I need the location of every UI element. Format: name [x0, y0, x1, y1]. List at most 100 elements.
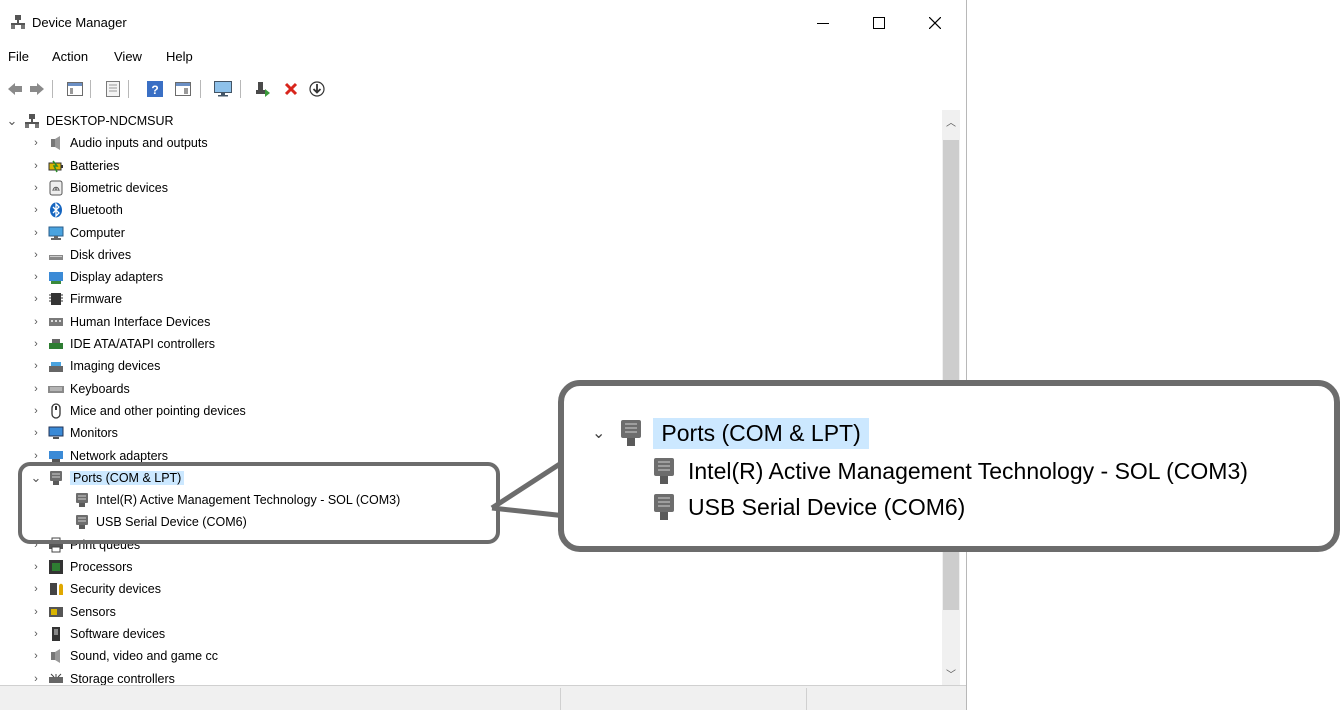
chevron-right-icon[interactable]: › [30, 583, 42, 595]
chevron-right-icon[interactable]: › [30, 673, 42, 685]
forward-button[interactable] [28, 80, 46, 98]
chevron-down-icon[interactable]: ⌄ [6, 113, 18, 128]
chevron-right-icon[interactable]: › [30, 606, 42, 618]
zoom-callout: ⌄ Ports (COM & LPT) Intel(R) Active Mana… [558, 380, 1340, 552]
tree-category-item[interactable]: › Sound, video and game cc [30, 645, 218, 667]
chevron-right-icon[interactable]: › [30, 271, 42, 283]
tree-category-item[interactable]: › Imaging devices [30, 355, 160, 377]
chevron-down-icon[interactable]: ⌄ [30, 470, 42, 485]
tree-item-label: Print queues [70, 537, 141, 552]
tree-category-item[interactable]: › Storage controllers [30, 668, 175, 686]
back-arrow-icon [8, 83, 22, 95]
tree-root-computer[interactable]: ⌄ DESKTOP-NDCMSUR [6, 110, 174, 132]
tree-category-item[interactable]: › Software devices [30, 623, 165, 645]
tree-category-item[interactable]: › Monitors [30, 422, 118, 444]
chevron-right-icon[interactable]: › [30, 360, 42, 372]
callout-port-item[interactable]: Intel(R) Active Management Technology - … [652, 454, 1248, 488]
tree-category-item[interactable]: › Processors [30, 556, 133, 578]
update-driver-button[interactable] [254, 80, 272, 98]
sound-device-icon [48, 648, 64, 664]
tree-category-item[interactable]: › Audio inputs and outputs [30, 132, 208, 154]
chevron-right-icon[interactable]: › [30, 427, 42, 439]
tree-item-label: Software devices [70, 626, 166, 641]
device-manager-window: Device Manager File Action View Help ? ⌄… [0, 0, 967, 710]
menu-file[interactable]: File [8, 49, 29, 64]
tree-category-item[interactable]: › Human Interface Devices [30, 311, 210, 333]
menu-action[interactable]: Action [52, 49, 88, 64]
tree-category-item[interactable]: › Mice and other pointing devices [30, 400, 246, 422]
tree-category-item[interactable]: › Bluetooth [30, 199, 123, 221]
tree-category-item[interactable]: › Computer [30, 222, 125, 244]
menu-view[interactable]: View [114, 49, 142, 64]
tree-category-item[interactable]: › Security devices [30, 578, 161, 600]
tree-category-ports[interactable]: ⌄ Ports (COM & LPT) [30, 467, 185, 489]
disk-drive-icon [48, 247, 64, 263]
chevron-right-icon[interactable]: › [30, 249, 42, 261]
tree-category-item[interactable]: › Disk drives [30, 244, 131, 266]
show-hide-console-tree-button[interactable] [66, 80, 84, 98]
firmware-icon [48, 291, 64, 307]
chevron-right-icon[interactable]: › [30, 628, 42, 640]
tree-item-label: Sound, video and game cc [70, 649, 219, 664]
maximize-button[interactable] [856, 8, 902, 38]
minimize-button[interactable] [800, 8, 846, 38]
uninstall-device-button[interactable] [282, 80, 300, 98]
callout-port-item[interactable]: USB Serial Device (COM6) [652, 490, 965, 524]
chevron-right-icon[interactable]: › [30, 539, 42, 551]
chevron-right-icon[interactable]: › [30, 137, 42, 149]
tree-category-item[interactable]: › Keyboards [30, 378, 130, 400]
chevron-right-icon[interactable]: › [30, 561, 42, 573]
chevron-right-icon[interactable]: › [30, 227, 42, 239]
tree-category-item[interactable]: › Biometric devices [30, 177, 168, 199]
chevron-right-icon[interactable]: › [30, 182, 42, 194]
chevron-right-icon[interactable]: › [30, 160, 42, 172]
ide-controller-icon [48, 336, 64, 352]
tree-item-label: Computer [70, 225, 125, 240]
chevron-right-icon[interactable]: › [30, 650, 42, 662]
tree-item-label: Firmware [70, 292, 123, 307]
svg-text:?: ? [151, 83, 158, 97]
chevron-right-icon[interactable]: › [30, 383, 42, 395]
serial-port-icon [74, 514, 90, 530]
tree-item-label: Security devices [70, 582, 162, 597]
tree-category-item[interactable]: › IDE ATA/ATAPI controllers [30, 333, 215, 355]
properties-button[interactable] [104, 80, 122, 98]
chevron-right-icon[interactable]: › [30, 405, 42, 417]
minimize-icon [817, 23, 829, 24]
update-driver-icon [256, 82, 270, 97]
scroll-up-icon[interactable]: ︿ [942, 112, 960, 130]
back-button[interactable] [6, 80, 24, 98]
chevron-down-icon: ⌄ [592, 425, 606, 442]
close-button[interactable] [912, 8, 958, 38]
tree-category-item[interactable]: › Firmware [30, 288, 122, 310]
menu-help[interactable]: Help [166, 49, 193, 64]
tree-category-item[interactable]: › Network adapters [30, 445, 168, 467]
tree-category-item[interactable]: › Display adapters [30, 266, 163, 288]
tree-device-item[interactable]: USB Serial Device (COM6) [74, 511, 247, 533]
enable-device-button[interactable] [308, 80, 326, 98]
tree-item-label: Keyboards [70, 381, 130, 396]
callout-ports-row[interactable]: ⌄ Ports (COM & LPT) [592, 414, 869, 452]
keyboard-icon [48, 381, 64, 397]
scroll-down-icon[interactable]: ﹀ [942, 664, 960, 682]
chevron-right-icon[interactable]: › [30, 293, 42, 305]
tree-item-label: Batteries [70, 158, 120, 173]
chevron-right-icon[interactable]: › [30, 338, 42, 350]
maximize-icon [873, 17, 885, 29]
callout-ports-label: Ports (COM & LPT) [653, 417, 869, 449]
tree-category-item[interactable]: › Batteries [30, 155, 119, 177]
scan-hardware-button[interactable] [214, 80, 232, 98]
properties-icon [106, 81, 120, 97]
chevron-right-icon[interactable]: › [30, 450, 42, 462]
mouse-icon [48, 403, 64, 419]
tree-item-label: Intel(R) Active Management Technology - … [96, 493, 401, 508]
tree-category-item[interactable]: › Print queues [30, 534, 140, 556]
tree-category-item[interactable]: › Sensors [30, 601, 116, 623]
show-action-pane-button[interactable] [174, 80, 192, 98]
tree-device-item[interactable]: Intel(R) Active Management Technology - … [74, 489, 400, 511]
title-bar[interactable]: Device Manager [0, 0, 966, 44]
help-button[interactable]: ? [146, 80, 164, 98]
chevron-right-icon[interactable]: › [30, 316, 42, 328]
tree-item-label: Bluetooth [70, 203, 123, 218]
chevron-right-icon[interactable]: › [30, 204, 42, 216]
